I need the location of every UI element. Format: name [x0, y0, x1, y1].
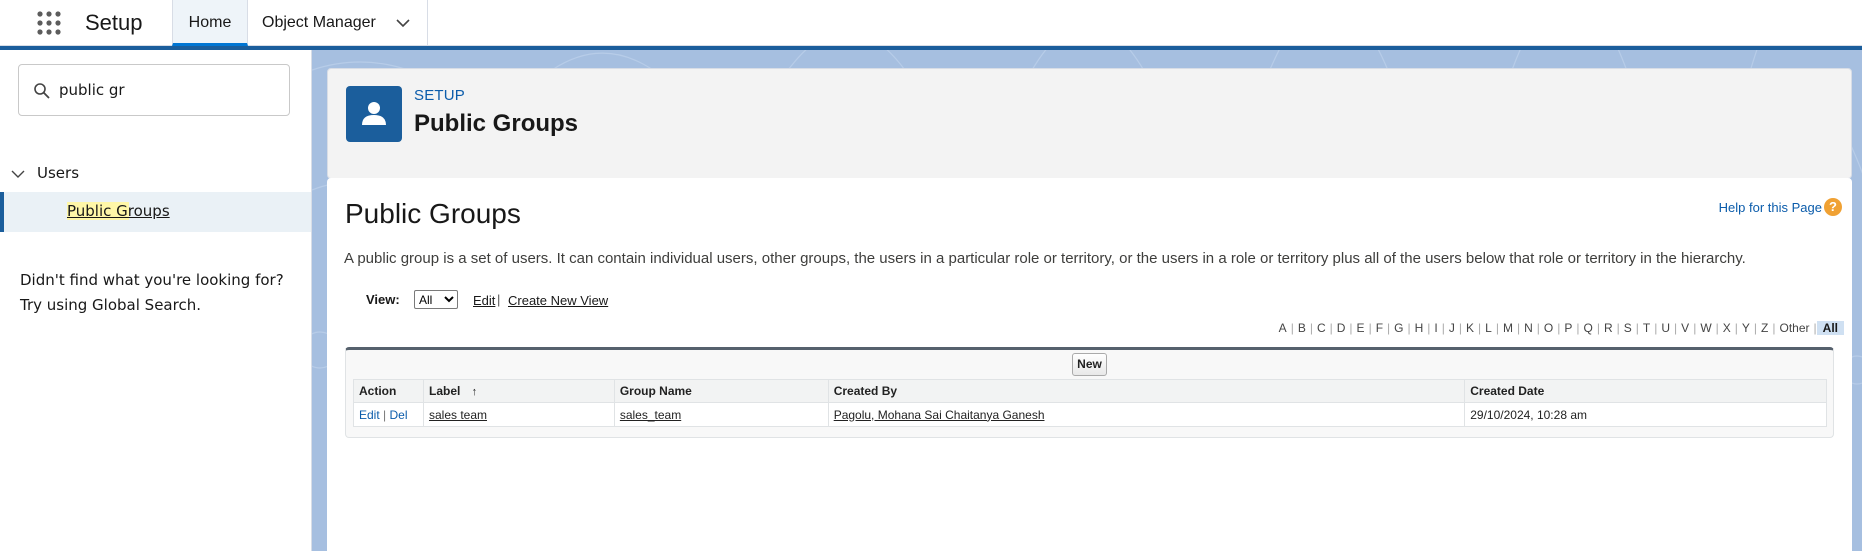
group-name-link[interactable]: sales_team	[620, 408, 681, 422]
page-description: A public group is a set of users. It can…	[344, 250, 1746, 267]
alphabet-filter-p[interactable]: P	[1560, 321, 1576, 335]
sidebar-item-users-label: Users	[37, 164, 80, 182]
column-header-label[interactable]: Label ↑	[422, 379, 615, 403]
sidebar-item-public-groups[interactable]: Public Groups	[0, 192, 311, 232]
alphabet-filter-v[interactable]: V	[1677, 321, 1693, 335]
edit-view-link[interactable]: Edit	[473, 293, 495, 308]
quick-find-box	[18, 64, 290, 116]
alphabet-filter-n[interactable]: N	[1520, 321, 1537, 335]
column-header-action: Action	[353, 379, 424, 403]
alphabet-filter-all[interactable]: All	[1816, 321, 1844, 335]
alphabet-filter-d[interactable]: D	[1333, 321, 1350, 335]
groups-table: Action Label ↑ Group Name Created By Cre…	[353, 379, 1827, 427]
tab-object-manager[interactable]: Object Manager	[248, 0, 428, 46]
alphabet-filter-h[interactable]: H	[1411, 321, 1428, 335]
alphabet-filter-g[interactable]: G	[1390, 321, 1407, 335]
quick-find-input[interactable]	[59, 77, 279, 103]
alphabet-filter-l[interactable]: L	[1481, 321, 1496, 335]
alphabet-filter-c[interactable]: C	[1313, 321, 1330, 335]
alphabet-filter-i[interactable]: I	[1430, 321, 1441, 335]
alphabet-filter-j[interactable]: J	[1445, 321, 1459, 335]
search-icon	[33, 82, 51, 100]
sidebar-item-public-groups-label[interactable]: Public Groups	[67, 202, 170, 220]
group-name-cell: sales_team	[613, 402, 829, 427]
user-icon	[346, 86, 402, 142]
table-header-row: Action Label ↑ Group Name Created By Cre…	[353, 379, 1827, 403]
alphabet-filter: A | B | C | D | E | F | G | H | I | J | K | L | M | N | O | P | Q | R | S | T |…	[1275, 320, 1844, 336]
alphabet-filter-r[interactable]: R	[1600, 321, 1617, 335]
label-cell: sales team	[422, 402, 615, 427]
help-icon[interactable]: ?	[1824, 198, 1842, 216]
row-edit-link[interactable]: Edit	[359, 408, 380, 422]
alphabet-filter-other[interactable]: Other	[1776, 321, 1814, 335]
alphabet-filter-u[interactable]: U	[1657, 321, 1674, 335]
group-label-link[interactable]: sales team	[429, 408, 487, 422]
sidebar-item-users[interactable]: Users	[0, 162, 312, 186]
created-date-cell: 29/10/2024, 10:28 am	[1464, 402, 1827, 427]
view-separator: |	[497, 292, 501, 307]
page-title: Public Groups	[414, 110, 579, 137]
column-header-label-text: Label	[428, 384, 461, 398]
app-launcher-icon[interactable]	[36, 10, 62, 36]
page-header: SETUP Public Groups	[327, 68, 1852, 179]
alphabet-filter-t[interactable]: T	[1639, 321, 1654, 335]
column-header-created-by[interactable]: Created By	[827, 379, 1466, 403]
action-cell: Edit | Del	[353, 402, 424, 427]
new-button[interactable]: New	[1072, 353, 1107, 376]
not-found-line-1: Didn't find what you're looking for?	[20, 271, 284, 289]
tab-object-manager-label: Object Manager	[262, 14, 376, 31]
column-header-group-name[interactable]: Group Name	[613, 379, 829, 403]
alphabet-filter-a[interactable]: A	[1275, 321, 1291, 335]
main-area: SETUP Public Groups Public Groups Help f…	[312, 50, 1862, 551]
sort-ascending-icon: ↑	[471, 386, 478, 398]
top-bar: Setup Home Object Manager	[0, 0, 1862, 46]
not-found-message: Didn't find what you're looking for? Try…	[20, 268, 300, 318]
alphabet-filter-e[interactable]: E	[1353, 321, 1369, 335]
created-by-link[interactable]: Pagolu, Mohana Sai Chaitanya Ganesh	[834, 408, 1045, 422]
not-found-line-2: Try using Global Search.	[20, 296, 201, 314]
view-label: View:	[366, 292, 400, 307]
created-by-cell: Pagolu, Mohana Sai Chaitanya Ganesh	[827, 402, 1466, 427]
alphabet-filter-k[interactable]: K	[1462, 321, 1478, 335]
content-title: Public Groups	[345, 198, 521, 229]
alphabet-filter-b[interactable]: B	[1294, 321, 1310, 335]
create-new-view-link[interactable]: Create New View	[508, 293, 608, 308]
alphabet-filter-y[interactable]: Y	[1738, 321, 1754, 335]
chevron-down-icon[interactable]	[10, 166, 26, 182]
chevron-down-icon[interactable]	[394, 14, 412, 32]
alphabet-filter-q[interactable]: Q	[1580, 321, 1597, 335]
alphabet-filter-z[interactable]: Z	[1757, 321, 1772, 335]
column-header-created-date[interactable]: Created Date	[1464, 379, 1827, 403]
alphabet-filter-s[interactable]: S	[1620, 321, 1636, 335]
alphabet-filter-f[interactable]: F	[1372, 321, 1387, 335]
setup-sidebar: Users Public Groups Didn't find what you…	[0, 50, 312, 551]
view-select[interactable]: All	[414, 290, 458, 309]
alphabet-filter-m[interactable]: M	[1499, 321, 1517, 335]
tab-home[interactable]: Home	[172, 0, 248, 46]
row-action-separator: |	[383, 407, 387, 422]
alphabet-filter-x[interactable]: X	[1719, 321, 1735, 335]
header-eyebrow: SETUP	[414, 87, 466, 104]
help-link[interactable]: Help for this Page	[1719, 200, 1822, 215]
table-row: Edit | Del sales team sales_team Pagolu,…	[353, 402, 1827, 427]
alphabet-filter-o[interactable]: O	[1540, 321, 1557, 335]
row-delete-link[interactable]: Del	[390, 408, 408, 422]
content-panel: Public Groups Help for this Page ? A pub…	[327, 178, 1852, 551]
list-view: New Action Label ↑ Group Name Created By…	[345, 347, 1834, 438]
alphabet-filter-w[interactable]: W	[1696, 321, 1715, 335]
app-title: Setup	[85, 10, 143, 35]
